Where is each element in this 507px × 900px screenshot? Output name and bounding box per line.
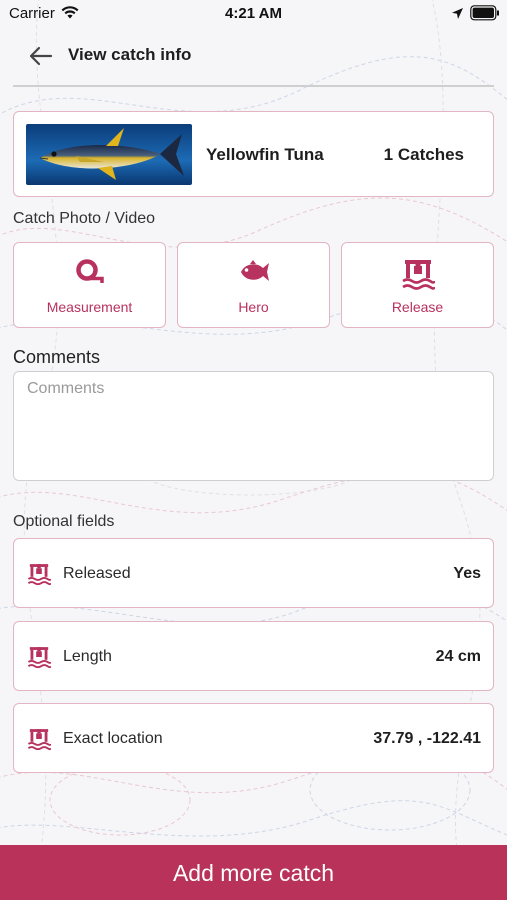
comments-input[interactable] [14, 372, 493, 480]
back-arrow-icon [29, 46, 53, 66]
exact-location-row[interactable]: Exact location 37.79 , -122.41 [13, 703, 494, 773]
hero-tile[interactable]: Hero [177, 242, 330, 328]
release-icon [27, 727, 52, 756]
exact-location-value: 37.79 , -122.41 [373, 730, 481, 747]
release-tile[interactable]: Release [341, 242, 494, 328]
exact-location-label: Exact location [63, 730, 163, 747]
measuring-tape-icon [14, 257, 165, 287]
back-button[interactable] [26, 42, 56, 70]
length-row[interactable]: Length 24 cm [13, 621, 494, 691]
released-row[interactable]: Released Yes [13, 538, 494, 608]
release-icon [27, 562, 52, 591]
length-value: 24 cm [435, 648, 481, 665]
page-title: View catch info [68, 45, 192, 64]
catch-count: 1 Catches [383, 145, 464, 164]
status-bar: Carrier 4:21 AM [0, 0, 507, 28]
battery-icon [470, 5, 500, 26]
release-icon [27, 645, 52, 674]
released-value: Yes [453, 565, 481, 582]
length-label: Length [63, 648, 112, 665]
hero-label: Hero [238, 299, 269, 315]
add-more-catch-button[interactable]: Add more catch [0, 845, 507, 900]
measurement-tile[interactable]: Measurement [13, 242, 166, 328]
species-name: Yellowfin Tuna [206, 145, 324, 164]
species-card: Yellowfin Tuna 1 Catches [13, 111, 494, 197]
measurement-label: Measurement [46, 299, 133, 315]
header-divider [13, 85, 494, 87]
comments-box [13, 371, 494, 481]
released-label: Released [63, 565, 131, 582]
comments-label: Comments [13, 347, 101, 367]
release-icon [342, 257, 493, 291]
species-photo [26, 124, 192, 185]
fish-icon [178, 257, 329, 287]
optional-fields-label: Optional fields [13, 513, 115, 530]
release-label: Release [391, 299, 444, 315]
location-arrow-icon [451, 7, 464, 25]
catch-photo-video-label: Catch Photo / Video [13, 210, 156, 227]
status-time: 4:21 AM [225, 5, 282, 22]
